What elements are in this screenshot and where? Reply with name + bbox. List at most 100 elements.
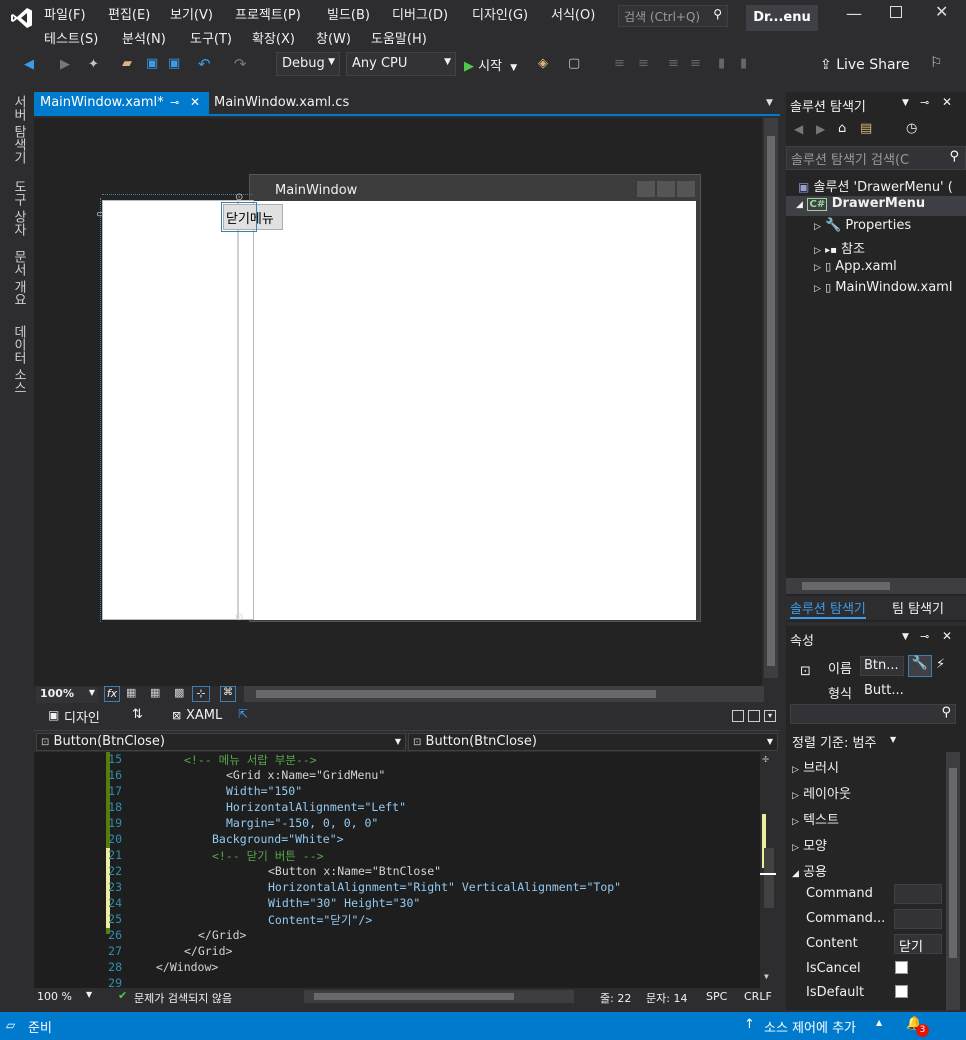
tree-solution[interactable]: ▣ 솔루션 'DrawerMenu' ( [798, 176, 953, 195]
code-line[interactable]: <!-- 메뉴 서랍 부분--> [184, 752, 317, 768]
snap-grid-icon[interactable]: ▦ [150, 686, 160, 699]
drawer-grid[interactable] [102, 200, 254, 620]
open-folder-icon[interactable]: ▰ [122, 56, 132, 71]
solution-search-input[interactable]: 솔루션 탐색기 검색(C ⚲ [786, 146, 966, 170]
indent-mode[interactable]: SPC [706, 990, 727, 1003]
device-icon[interactable]: ⌘ [220, 686, 236, 702]
code-line[interactable]: HorizontalAlignment="Right" VerticalAlig… [268, 880, 621, 894]
collapse-pane-icon[interactable]: ▾ [764, 710, 776, 722]
snap-lines-icon[interactable]: ⊹ [192, 686, 210, 702]
prop-isdefault-checkbox[interactable] [895, 985, 908, 998]
solution-horizontal-scrollbar[interactable] [786, 578, 966, 594]
menu-file[interactable]: 파일(F) [44, 4, 86, 23]
menu-view[interactable]: 보기(V) [170, 4, 213, 23]
tree-properties[interactable]: ▷ 🔧 Properties [814, 218, 911, 233]
category-appearance[interactable]: ▷ 모양 [792, 835, 827, 854]
category-layout[interactable]: ▷ 레이아웃 [792, 783, 851, 802]
editor-zoom[interactable]: 100 % [37, 990, 72, 1003]
chevron-down-icon[interactable]: ▼ [902, 98, 909, 108]
minimize-icon[interactable]: — [846, 4, 862, 23]
events-lightning-icon[interactable]: ⚡ [936, 657, 945, 672]
editor-vertical-scrollbar[interactable]: ÷ ▼ [760, 752, 776, 988]
home-icon[interactable]: ⌂ [838, 121, 846, 136]
tab-overflow-icon[interactable]: ▼ [766, 98, 773, 108]
uncomment-icon[interactable]: ≡ [690, 56, 701, 71]
close-icon[interactable]: ✕ [942, 629, 952, 643]
align-right-icon[interactable]: ≡ [638, 56, 649, 71]
code-line[interactable]: Background="White"> [212, 832, 344, 846]
split-vertical-icon[interactable] [732, 710, 744, 722]
code-line[interactable]: </Window> [156, 960, 218, 974]
tab-mainwindow-xaml-cs[interactable]: MainWindow.xaml.cs [214, 92, 349, 113]
platform-select[interactable]: Any CPU ▼ [346, 52, 456, 76]
start-button[interactable]: ▶ 시작 ▼ [464, 55, 517, 75]
code-line[interactable]: Content="닫기"/> [268, 912, 372, 928]
comment-icon[interactable]: ≡ [668, 56, 679, 71]
menu-edit[interactable]: 편집(E) [108, 4, 150, 23]
tab-design[interactable]: 디자인 [64, 707, 100, 726]
tab-data-sources[interactable]: 데이터 소스 [9, 325, 28, 394]
split-horizontal-icon[interactable] [748, 710, 760, 722]
code-line[interactable]: Width="150" [226, 784, 302, 798]
forward-icon[interactable]: ▶ [816, 122, 825, 136]
search-input[interactable]: 검색 (Ctrl+Q) ⚲ [618, 5, 728, 27]
properties-scrollbar[interactable] [946, 752, 960, 1010]
tab-document-outline[interactable]: 문서 개요 [9, 250, 28, 306]
menu-format[interactable]: 서식(O) [551, 4, 595, 23]
align-left-icon[interactable]: ≡ [614, 56, 625, 71]
menu-design[interactable]: 디자인(G) [472, 4, 528, 23]
sort-by-category[interactable]: 정렬 기준: 범주 [792, 732, 876, 751]
name-field[interactable]: Btn... [860, 656, 904, 676]
code-line[interactable]: </Grid> [198, 928, 246, 942]
window-client-area[interactable] [254, 201, 696, 620]
bookmark-next-icon[interactable]: ▮ [740, 56, 747, 71]
grid-icon[interactable]: ▦ [126, 686, 136, 699]
property-search-input[interactable]: ⚲ [790, 704, 956, 724]
pin-icon[interactable]: ⊸ [920, 630, 929, 643]
menu-extensions[interactable]: 확장(X) [252, 28, 295, 47]
menu-tools[interactable]: 도구(T) [190, 28, 232, 47]
live-share-button[interactable]: ⇪ Live Share [820, 57, 910, 73]
forward-icon[interactable]: ▶ [60, 57, 70, 72]
code-line[interactable]: <!-- 닫기 버튼 --> [212, 848, 324, 864]
menu-analyze[interactable]: 분석(N) [122, 28, 166, 47]
tab-team-explorer[interactable]: 팀 탐색기 [892, 598, 944, 617]
tab-server-explorer[interactable]: 서버 탐색기 [9, 95, 28, 164]
editor-horizontal-scrollbar[interactable] [304, 990, 574, 1003]
wrench-icon[interactable]: 🔧 [908, 655, 932, 677]
maximize-icon[interactable] [890, 6, 902, 18]
menu-build[interactable]: 빌드(B) [327, 4, 370, 23]
designer-window[interactable]: MainWindow [249, 174, 701, 622]
category-brush[interactable]: ▷ 브러시 [792, 757, 839, 776]
anchor-handle-icon[interactable]: ⊂ [96, 210, 104, 220]
anchor-handle-icon[interactable]: ⊙ [235, 192, 243, 203]
designer-horizontal-scrollbar[interactable] [244, 686, 764, 702]
close-tab-icon[interactable]: ✕ [190, 95, 200, 109]
nav-left-select[interactable]: ⊡ Button(BtnClose) ▼ [36, 733, 406, 751]
menu-help[interactable]: 도움말(H) [371, 28, 427, 47]
bookmark-icon[interactable]: ▮ [718, 56, 725, 71]
category-common[interactable]: ◢ 공용 [792, 861, 827, 880]
xaml-code-editor[interactable]: 15 <!-- 메뉴 서랍 부분--> 16 <Grid x:Name="GridMe… [34, 752, 776, 990]
history-icon[interactable]: ◷ [906, 121, 917, 136]
back-icon[interactable]: ◀ [24, 57, 34, 72]
tree-app-xaml[interactable]: ▷ ▯ App.xaml [814, 259, 897, 274]
menu-test[interactable]: 테스트(S) [44, 28, 98, 47]
code-line[interactable]: Width="30" Height="30" [268, 896, 420, 910]
menu-project[interactable]: 프로젝트(P) [235, 4, 301, 23]
switch-views-icon[interactable]: ▤ [860, 121, 872, 136]
close-icon[interactable]: ✕ [935, 2, 948, 21]
pin-icon[interactable]: ⊸ [170, 96, 179, 109]
fx-icon[interactable]: fx [104, 686, 120, 702]
back-icon[interactable]: ◀ [794, 122, 803, 136]
configuration-select[interactable]: Debug ▼ [276, 52, 340, 76]
prop-content-field[interactable]: 닫기 [894, 934, 942, 955]
add-to-source-control[interactable]: 소스 제어에 추가 [764, 1017, 856, 1036]
save-all-icon[interactable]: ▣ [168, 56, 180, 71]
code-line[interactable]: <Button x:Name="BtnClose" [268, 864, 441, 878]
tree-mainwindow-xaml[interactable]: ▷ ▯ MainWindow.xaml [814, 280, 966, 295]
tab-mainwindow-xaml[interactable]: MainWindow.xaml* ⊸ ✕ [34, 92, 209, 116]
tab-xaml[interactable]: XAML [186, 708, 222, 723]
code-line[interactable]: HorizontalAlignment="Left" [226, 800, 406, 814]
anchor-handle-icon[interactable]: ⊙ [235, 612, 243, 623]
